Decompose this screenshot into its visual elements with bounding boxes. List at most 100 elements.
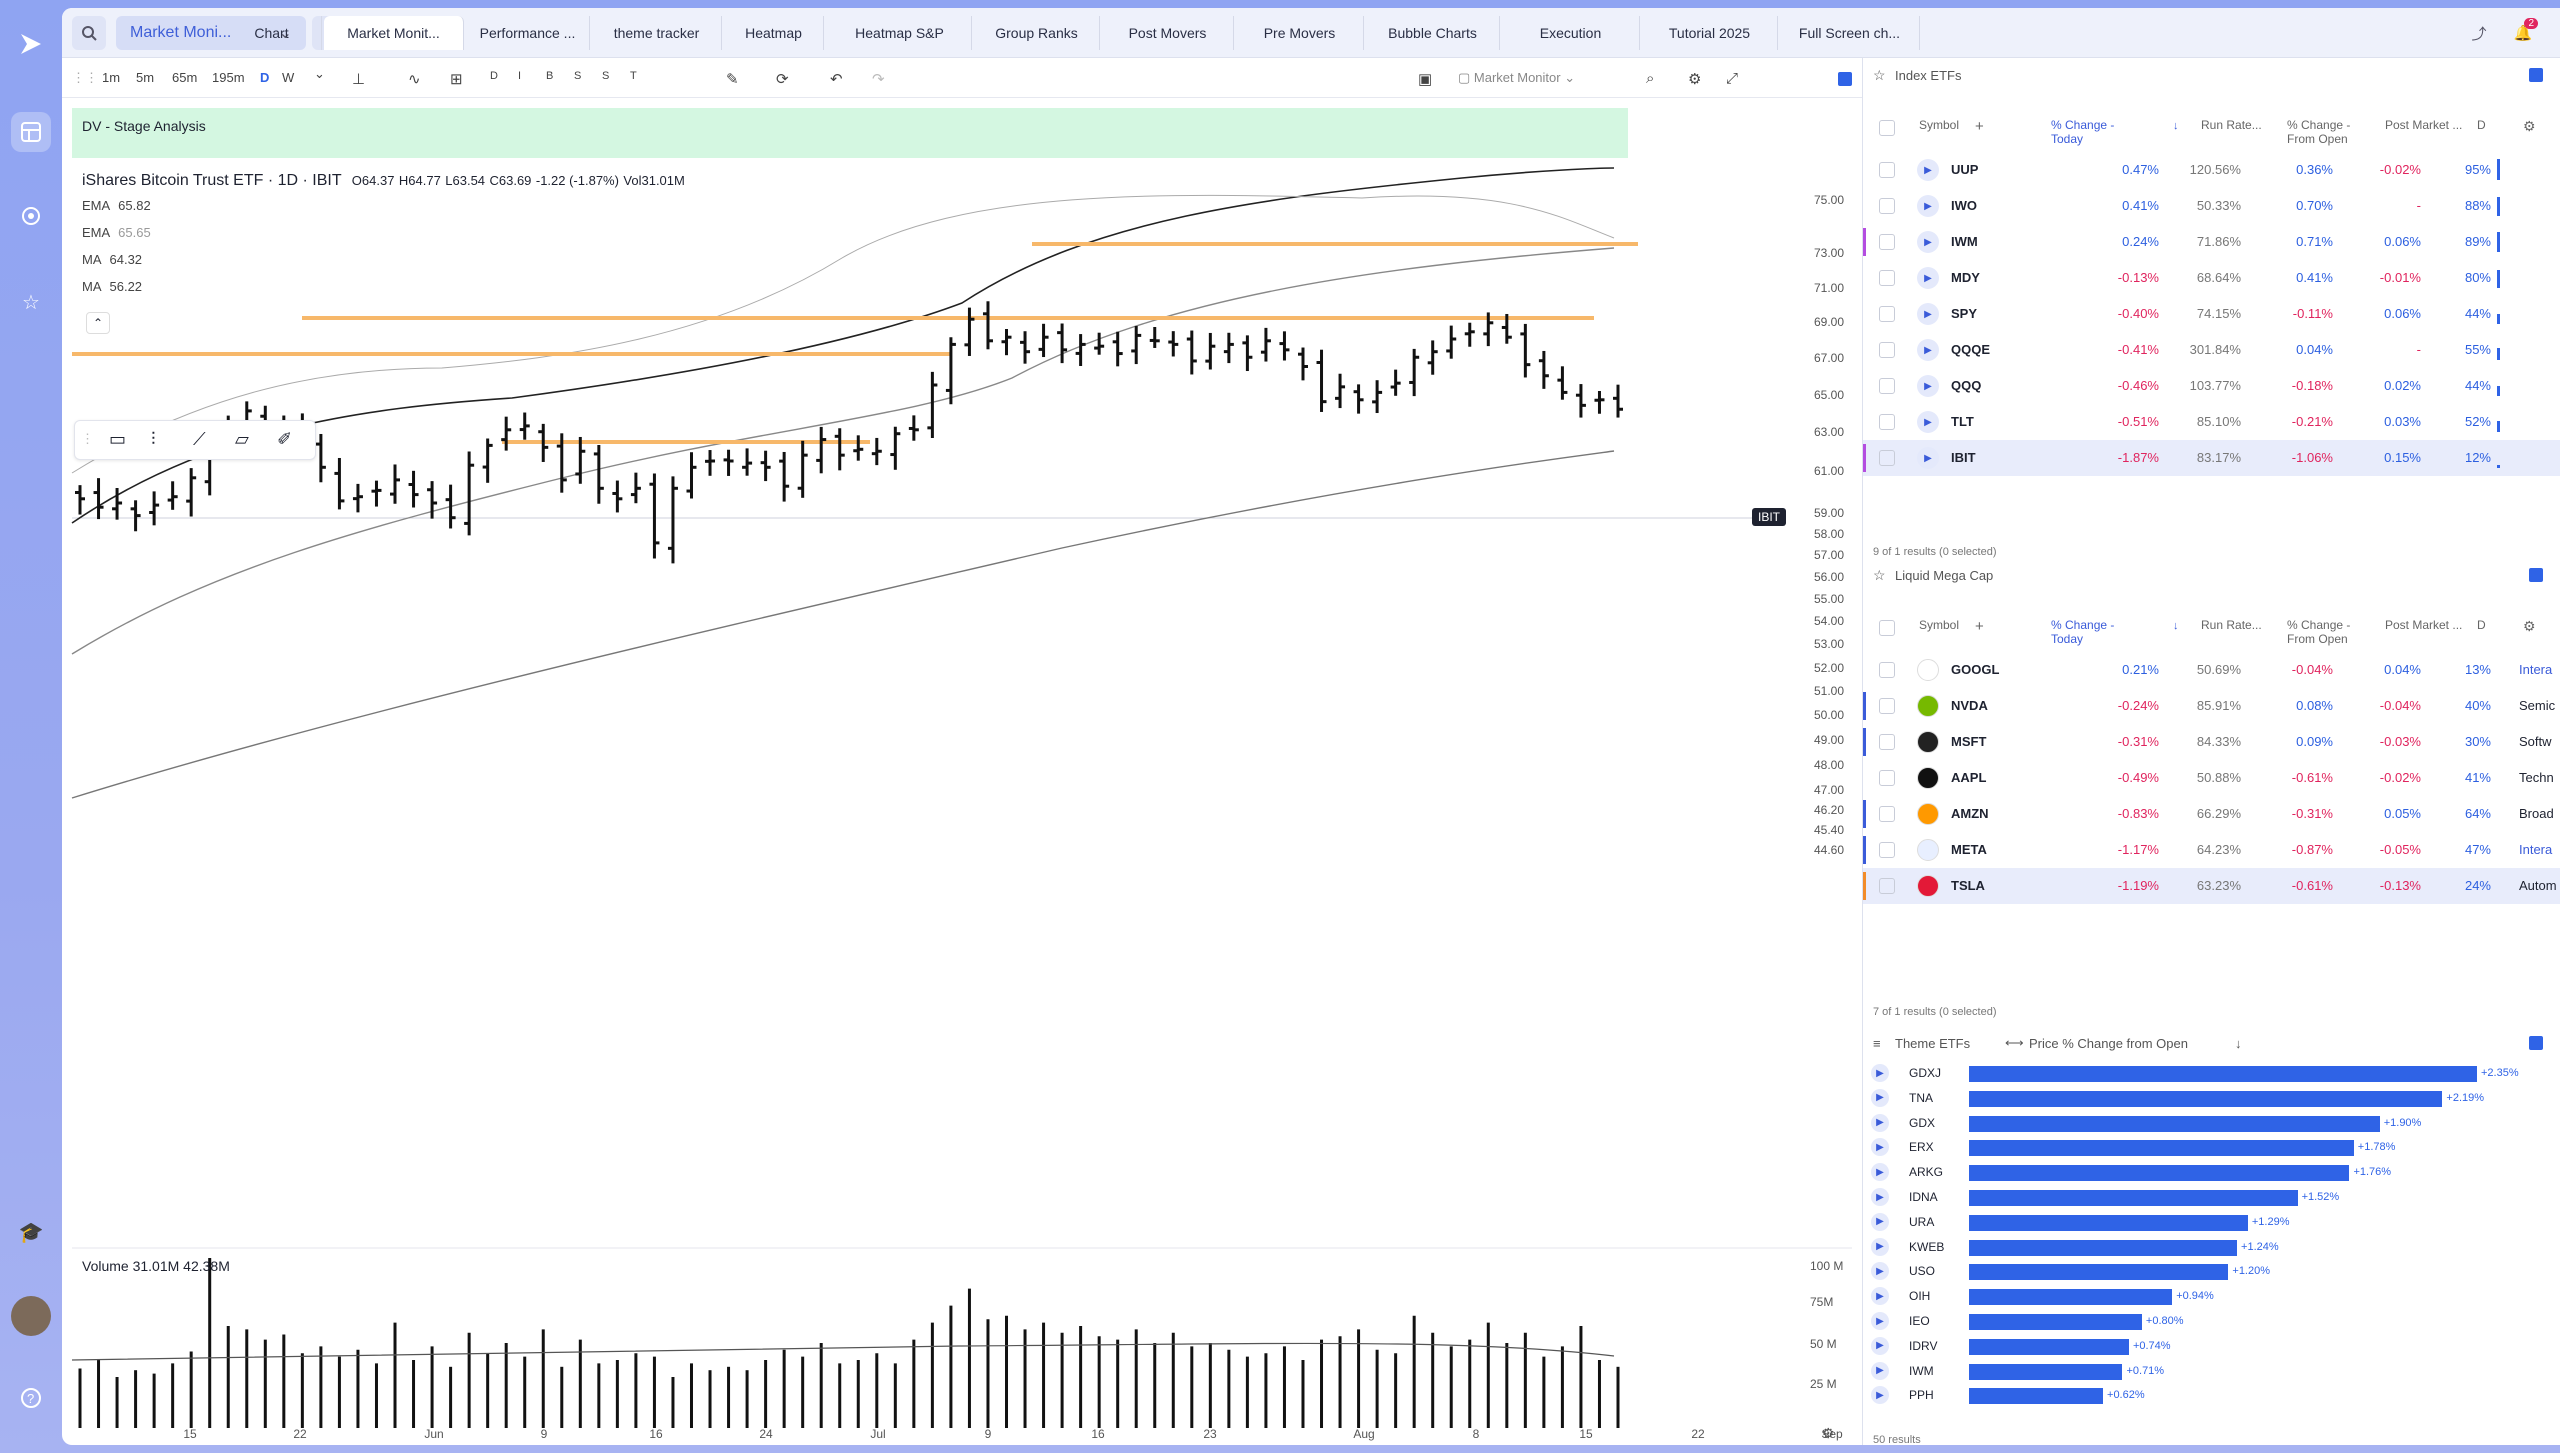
tab-10[interactable]: Execution: [1502, 16, 1640, 50]
search-icon[interactable]: [72, 16, 106, 50]
dashboard-icon[interactable]: [11, 112, 51, 152]
axis-settings-icon[interactable]: ⚙: [1822, 1425, 1835, 1441]
theme-row[interactable]: ▶ IDRV +0.74%: [1863, 1335, 2560, 1359]
row-checkbox[interactable]: [1879, 306, 1895, 322]
table-row[interactable]: ▶ TLT -0.51% 85.10% -0.21% 0.03% 52%: [1863, 404, 2560, 440]
play-icon[interactable]: ▶: [1917, 231, 1939, 253]
tab-6[interactable]: Group Ranks: [974, 16, 1100, 50]
table-row[interactable]: NVDA -0.24% 85.91% 0.08% -0.04% 40% Semic: [1863, 688, 2560, 724]
period-button-0[interactable]: D: [490, 70, 498, 82]
settings-icon[interactable]: ⚙: [1688, 70, 1701, 88]
play-icon[interactable]: ▶: [1917, 339, 1939, 361]
column-header[interactable]: % Change - From Open: [2287, 618, 2367, 646]
education-icon[interactable]: 🎓: [11, 1212, 51, 1252]
row-checkbox[interactable]: [1879, 162, 1895, 178]
theme-row[interactable]: ▶ USO +1.20%: [1863, 1260, 2560, 1284]
table-row[interactable]: ▶ QQQ -0.46% 103.77% -0.18% 0.02% 44%: [1863, 368, 2560, 404]
tab-0[interactable]: Chart: [222, 16, 322, 50]
play-icon[interactable]: ▶: [1871, 1336, 1889, 1355]
tab-3[interactable]: theme tracker: [592, 16, 722, 50]
column-header[interactable]: % Change - Today: [2051, 618, 2121, 646]
timeframe-195m[interactable]: 195m: [212, 70, 245, 85]
column-header[interactable]: Symbol: [1919, 118, 1999, 132]
trendline-icon[interactable]: ⟋: [193, 429, 206, 450]
brush-icon[interactable]: ✐: [277, 429, 292, 450]
play-icon[interactable]: ▶: [1871, 1361, 1889, 1380]
undo-icon[interactable]: ↶: [830, 70, 843, 88]
row-checkbox[interactable]: [1879, 878, 1895, 894]
help-icon[interactable]: ?: [11, 1378, 51, 1418]
refresh-icon[interactable]: ⟳: [776, 70, 789, 88]
bell-icon[interactable]: 🔔 2: [2506, 16, 2540, 50]
sort-desc-icon[interactable]: ↓: [2173, 120, 2179, 132]
play-icon[interactable]: ▶: [1917, 159, 1939, 181]
play-icon[interactable]: ▶: [1871, 1386, 1889, 1405]
gear-icon[interactable]: ⚙: [2523, 118, 2536, 135]
tab-8[interactable]: Pre Movers: [1236, 16, 1364, 50]
table-row[interactable]: ▶ UUP 0.47% 120.56% 0.36% -0.02% 95%: [1863, 152, 2560, 188]
theme-row[interactable]: ▶ ERX +1.78%: [1863, 1136, 2560, 1160]
star-icon[interactable]: ☆: [1873, 67, 1886, 84]
column-header[interactable]: D: [2477, 118, 2557, 132]
select-all-checkbox[interactable]: [1879, 620, 1895, 636]
avatar[interactable]: [11, 1296, 51, 1336]
play-icon[interactable]: ▶: [1917, 411, 1939, 433]
column-header[interactable]: % Change - Today: [2051, 118, 2121, 146]
play-icon[interactable]: ▶: [1917, 267, 1939, 289]
theme-row[interactable]: ▶ GDXJ +2.35%: [1863, 1062, 2560, 1086]
column-header[interactable]: Run Rate...: [2201, 118, 2281, 132]
table-row[interactable]: ▶ SPY -0.40% 74.15% -0.11% 0.06% 44%: [1863, 296, 2560, 332]
share-icon[interactable]: ⤴: [2462, 16, 2496, 50]
play-icon[interactable]: ▶: [1871, 1088, 1889, 1107]
logo-icon[interactable]: [11, 24, 51, 64]
play-icon[interactable]: ▶: [1871, 1312, 1889, 1330]
table-row[interactable]: ▶ IWO 0.41% 50.33% 0.70% - 88%: [1863, 188, 2560, 224]
play-icon[interactable]: ▶: [1917, 375, 1939, 397]
table-row[interactable]: GOOGL 0.21% 50.69% -0.04% 0.04% 13% Intera: [1863, 652, 2560, 688]
row-checkbox[interactable]: [1879, 414, 1895, 430]
play-icon[interactable]: ▶: [1917, 303, 1939, 325]
link-color-icon[interactable]: [2529, 1036, 2543, 1050]
play-icon[interactable]: ▶: [1871, 1212, 1889, 1231]
period-button-5[interactable]: T: [630, 70, 637, 82]
row-checkbox[interactable]: [1879, 662, 1895, 678]
row-checkbox[interactable]: [1879, 842, 1895, 858]
add-column-icon[interactable]: +: [1975, 618, 1984, 635]
row-checkbox[interactable]: [1879, 698, 1895, 714]
play-icon[interactable]: ▶: [1871, 1262, 1889, 1281]
timeframe-65m[interactable]: 65m: [172, 70, 197, 85]
link-color-icon[interactable]: [2529, 568, 2543, 582]
zoom-icon[interactable]: ⌕: [1646, 70, 1654, 87]
theme-row[interactable]: ▶ TNA +2.19%: [1863, 1087, 2560, 1111]
row-checkbox[interactable]: [1879, 770, 1895, 786]
star-icon[interactable]: ☆: [1873, 567, 1886, 584]
layout-grid-icon[interactable]: ⊞: [450, 70, 463, 88]
table-row[interactable]: ▶ MDY -0.13% 68.64% 0.41% -0.01% 80%: [1863, 260, 2560, 296]
theme-row[interactable]: ▶ OIH +0.94%: [1863, 1285, 2560, 1309]
pencil-icon[interactable]: ✎: [726, 70, 739, 88]
tab-2[interactable]: Performance ...: [466, 16, 590, 50]
list-icon[interactable]: ≡: [1873, 1036, 1881, 1051]
theme-row[interactable]: ▶ IEO +0.80%: [1863, 1310, 2560, 1334]
period-button-1[interactable]: I: [518, 70, 521, 82]
column-header[interactable]: Post Market ...: [2385, 118, 2465, 132]
play-icon[interactable]: ▶: [1871, 1064, 1889, 1082]
play-icon[interactable]: ▶: [1871, 1138, 1889, 1157]
row-checkbox[interactable]: [1879, 270, 1895, 286]
play-icon[interactable]: ▶: [1871, 1287, 1889, 1306]
row-checkbox[interactable]: [1879, 234, 1895, 250]
collapse-legend-button[interactable]: ⌃: [86, 312, 110, 334]
row-checkbox[interactable]: [1879, 806, 1895, 822]
theme-row[interactable]: ▶ URA +1.29%: [1863, 1211, 2560, 1235]
chevron-down-icon[interactable]: ⌄: [314, 66, 325, 82]
row-checkbox[interactable]: [1879, 342, 1895, 358]
play-icon[interactable]: ▶: [1871, 1237, 1889, 1256]
drag-handle-icon[interactable]: ⋮⋮: [72, 70, 98, 86]
theme-row[interactable]: ▶ IWM +0.71%: [1863, 1360, 2560, 1384]
sort-desc-icon[interactable]: ↓: [2173, 620, 2179, 632]
timeframe-D[interactable]: D: [260, 70, 269, 85]
play-icon[interactable]: ▶: [1917, 195, 1939, 217]
timeframe-W[interactable]: W: [282, 70, 294, 85]
rectangle-icon[interactable]: ▭: [109, 429, 126, 450]
gear-icon[interactable]: ⚙: [2523, 618, 2536, 635]
